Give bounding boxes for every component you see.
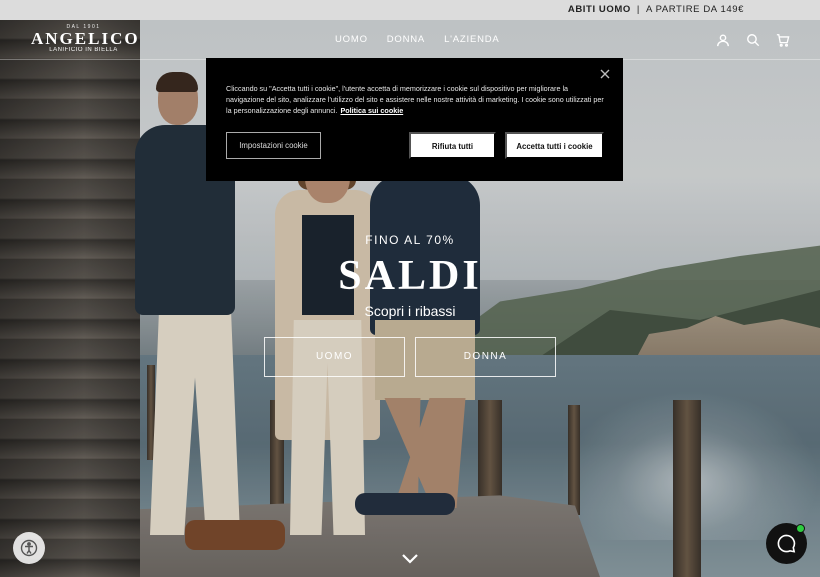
accessibility-button[interactable] — [13, 532, 45, 564]
logo-subtitle: LANIFICIO IN BIELLA — [49, 47, 118, 53]
close-icon[interactable] — [599, 67, 611, 79]
shop-uomo-button[interactable]: UOMO — [264, 337, 405, 377]
accept-all-button[interactable]: Accetta tutti i cookie — [505, 132, 604, 159]
brand-logo[interactable]: DAL 1901 ANGELICO LANIFICIO IN BIELLA — [31, 24, 140, 56]
nav-item-donna[interactable]: DONNA — [387, 34, 425, 45]
chevron-down-icon[interactable] — [400, 552, 420, 566]
reject-all-button[interactable]: Rifiuta tutti — [409, 132, 496, 159]
logo-since: DAL 1901 — [66, 24, 101, 30]
online-status-dot — [796, 524, 805, 533]
main-nav: UOMO DONNA L'AZIENDA — [335, 34, 500, 45]
search-icon[interactable] — [746, 33, 760, 47]
promo-eyebrow: FINO AL 70% — [365, 233, 455, 247]
announcement-bar: ABITI UOMO | A PARTIRE DA 149€ — [0, 0, 820, 20]
accessibility-icon — [20, 539, 38, 557]
promo-subtitle: Scopri i ribassi — [364, 303, 456, 319]
account-icon[interactable] — [716, 33, 730, 47]
cookie-settings-button[interactable]: Impostazioni cookie — [226, 132, 321, 159]
cookie-policy-link[interactable]: Politica sui cookie — [340, 106, 403, 115]
logo-name: ANGELICO — [31, 29, 140, 48]
shop-donna-button[interactable]: DONNA — [415, 337, 556, 377]
announcement-price: A PARTIRE DA 149€ — [645, 4, 744, 15]
nav-item-azienda[interactable]: L'AZIENDA — [444, 34, 499, 45]
site-header: DAL 1901 ANGELICO LANIFICIO IN BIELLA UO… — [0, 20, 820, 60]
announcement-text[interactable]: ABITI UOMO | A PARTIRE DA 149€ — [568, 4, 744, 15]
cookie-consent-banner: Cliccando su "Accetta tutti i cookie", l… — [206, 58, 623, 181]
promo-title: SALDI — [338, 253, 482, 299]
chat-button[interactable] — [766, 523, 807, 564]
announcement-separator: | — [636, 4, 640, 15]
chat-bubble-icon — [777, 534, 796, 553]
cart-icon[interactable] — [776, 33, 790, 47]
cookie-text-block: Cliccando su "Accetta tutti i cookie", l… — [226, 83, 606, 116]
announcement-product: ABITI UOMO — [567, 4, 631, 15]
nav-item-uomo[interactable]: UOMO — [335, 34, 368, 45]
cookie-description: Cliccando su "Accetta tutti i cookie", l… — [226, 84, 604, 115]
